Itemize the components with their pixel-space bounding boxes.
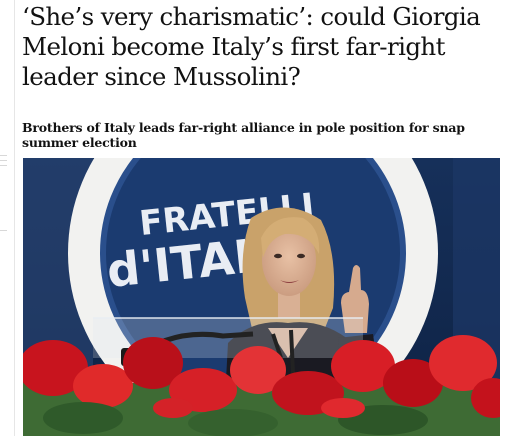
article-headline: ‘She’s very charismatic’: could Giorgia … xyxy=(22,2,481,91)
main-photo[interactable]: FRATELLI d'ITALIA xyxy=(23,158,500,436)
margin-tick xyxy=(0,160,7,161)
article-standfirst: Brothers of Italy leads far-right allian… xyxy=(22,120,465,150)
left-margin-rule xyxy=(14,0,15,436)
margin-tick xyxy=(0,230,7,231)
margin-tick xyxy=(0,165,7,166)
margin-tick xyxy=(0,155,7,156)
